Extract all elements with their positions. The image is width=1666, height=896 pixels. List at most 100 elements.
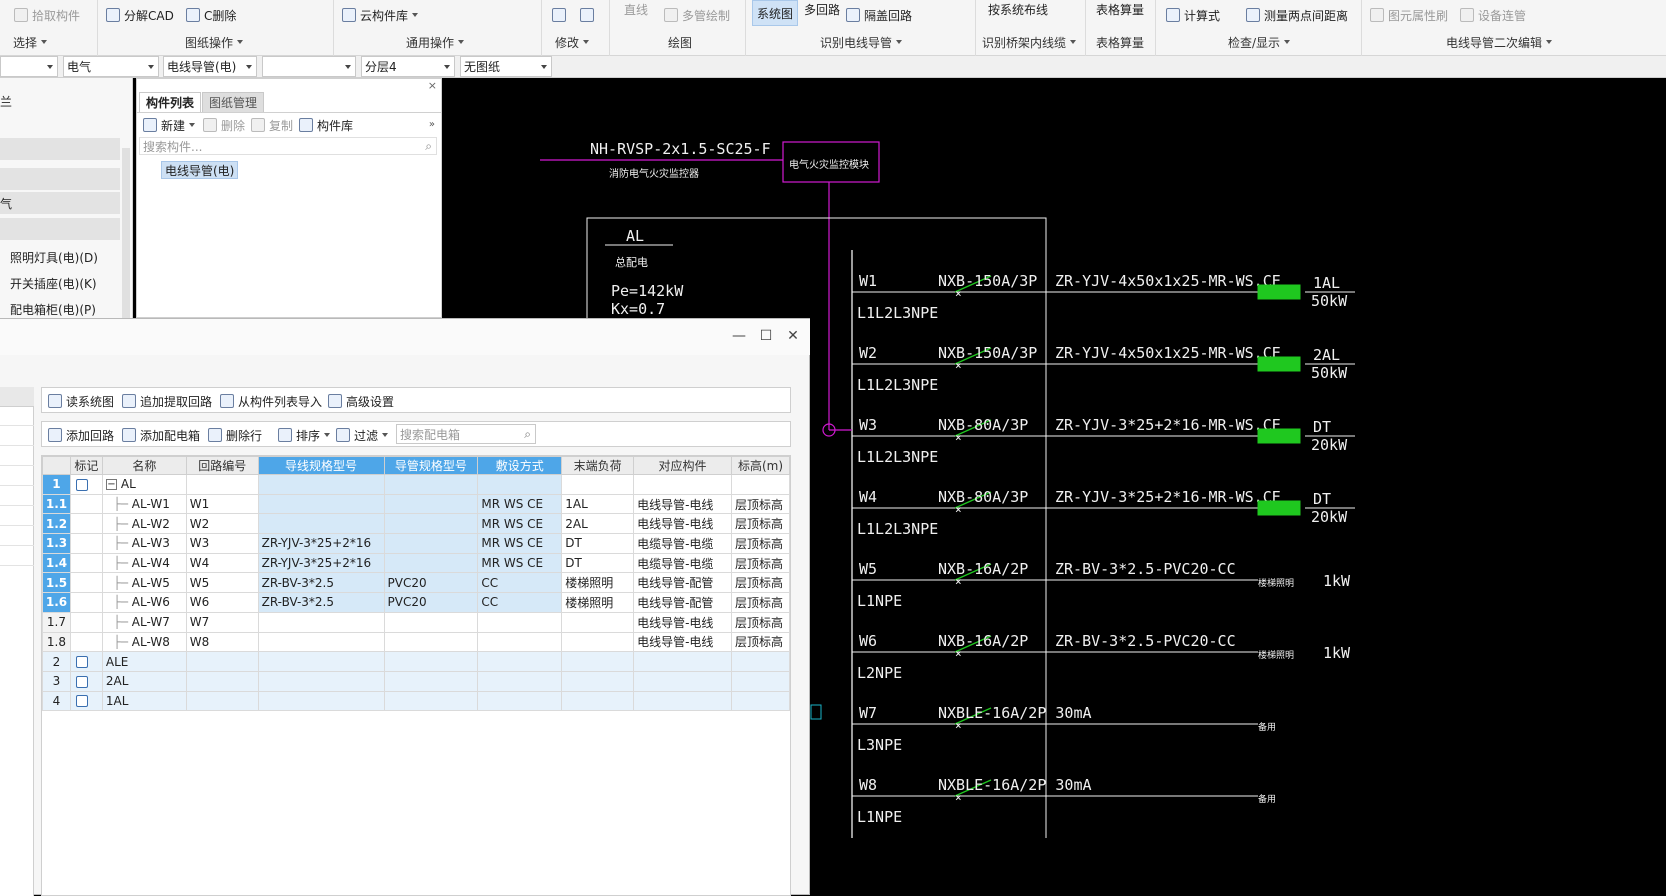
cell-comp[interactable]: 电线导管-配管 bbox=[633, 592, 732, 613]
mark-cell[interactable] bbox=[69, 631, 103, 653]
cell-load[interactable]: 1AL bbox=[561, 493, 635, 515]
import-from-list-button[interactable]: 从构件列表导入 bbox=[220, 392, 322, 410]
cell-pipe[interactable]: PVC20 bbox=[383, 592, 479, 613]
table-row[interactable]: 1.7 ├─ AL-W7 W7 电线导管-电线 层顶标高 bbox=[42, 611, 790, 633]
cell-lay[interactable] bbox=[477, 690, 563, 712]
cell-name[interactable]: ├─ AL-W6 bbox=[101, 592, 187, 613]
cell-wire[interactable] bbox=[257, 474, 385, 495]
cell-wire[interactable] bbox=[257, 631, 385, 653]
box-list-row[interactable] bbox=[0, 427, 34, 446]
cell-load[interactable]: 楼梯照明 bbox=[561, 592, 635, 613]
cell-load[interactable]: DT bbox=[561, 533, 635, 554]
row-number[interactable]: 1.1 bbox=[42, 493, 71, 515]
box-list-row[interactable] bbox=[0, 467, 34, 486]
identify-bridge-dropdown[interactable]: 识别桥架内线缆 bbox=[982, 34, 1077, 50]
combo-layer[interactable]: 分层4 bbox=[361, 56, 455, 77]
cell-name[interactable]: 2AL bbox=[101, 670, 187, 692]
cell-pipe[interactable] bbox=[383, 552, 479, 574]
mark-cell[interactable] bbox=[69, 651, 103, 672]
cell-pipe[interactable]: PVC20 bbox=[383, 572, 479, 594]
mark-cell[interactable] bbox=[69, 572, 103, 594]
nav-item-distribution-box[interactable]: 配电箱柜(电)(P) bbox=[0, 298, 120, 320]
column-header[interactable]: 导管规格型号 bbox=[383, 456, 479, 475]
table-row[interactable]: 1.4 ├─ AL-W4 W4 ZR-YJV-3*25+2*16 MR WS CE DT… bbox=[42, 552, 790, 574]
box-list-row[interactable] bbox=[0, 547, 34, 566]
cell-pipe[interactable] bbox=[383, 651, 479, 672]
cell-loop[interactable]: W7 bbox=[185, 611, 259, 633]
cell-lay[interactable]: MR WS CE bbox=[477, 533, 563, 554]
box-list-row[interactable] bbox=[0, 447, 34, 466]
combo-1[interactable] bbox=[0, 56, 58, 77]
cell-elev[interactable] bbox=[730, 670, 790, 692]
cell-elev[interactable] bbox=[730, 474, 790, 495]
cell-elev[interactable]: 层顶标高 bbox=[730, 631, 790, 653]
row-number[interactable]: 1 bbox=[42, 474, 71, 495]
row-number[interactable]: 1.6 bbox=[42, 592, 71, 613]
nav-item-switch-socket[interactable]: 开关插座(电)(K) bbox=[0, 272, 120, 294]
column-header[interactable]: 回路编号 bbox=[185, 456, 259, 475]
cell-comp[interactable]: 电线导管-电线 bbox=[633, 493, 732, 515]
cell-load[interactable] bbox=[561, 611, 635, 633]
row-number[interactable]: 3 bbox=[42, 670, 71, 692]
copy-button[interactable]: 复制 bbox=[251, 115, 293, 135]
cell-wire[interactable] bbox=[257, 651, 385, 672]
library-button[interactable]: 构件库 bbox=[299, 115, 353, 135]
row-number[interactable]: 1.4 bbox=[42, 552, 71, 574]
cell-loop[interactable] bbox=[185, 670, 259, 692]
table-row[interactable]: 2 ALE bbox=[42, 651, 790, 672]
equip-link-button[interactable]: 设备连管 bbox=[1460, 6, 1526, 24]
cell-comp[interactable] bbox=[633, 474, 732, 495]
cell-wire[interactable] bbox=[257, 670, 385, 692]
cell-pipe[interactable] bbox=[383, 670, 479, 692]
add-loop-button[interactable]: 添加回路 bbox=[48, 426, 114, 444]
cell-comp[interactable]: 电线导管-电线 bbox=[633, 631, 732, 653]
cell-wire[interactable] bbox=[257, 690, 385, 712]
cell-wire[interactable] bbox=[257, 513, 385, 535]
combo-component-type[interactable]: 电线导管(电) bbox=[163, 56, 257, 77]
close-icon[interactable]: × bbox=[428, 79, 437, 92]
cell-elev[interactable] bbox=[730, 690, 790, 712]
select-dropdown[interactable]: 选择 bbox=[13, 34, 48, 50]
row-number[interactable]: 4 bbox=[42, 690, 71, 712]
cell-load[interactable] bbox=[561, 670, 635, 692]
nav-item-lighting[interactable]: 照明灯具(电)(D) bbox=[0, 246, 120, 268]
append-loop-button[interactable]: 追加提取回路 bbox=[122, 392, 212, 410]
cell-lay[interactable] bbox=[477, 670, 563, 692]
cell-loop[interactable]: W2 bbox=[185, 513, 259, 535]
cell-name[interactable]: ALE bbox=[101, 651, 187, 672]
cell-elev[interactable]: 层顶标高 bbox=[730, 592, 790, 613]
cell-pipe[interactable] bbox=[383, 611, 479, 633]
cell-name[interactable]: ├─ AL-W2 bbox=[101, 513, 187, 535]
cell-wire[interactable]: ZR-YJV-3*25+2*16 bbox=[257, 533, 385, 554]
table-row[interactable]: 3 2AL bbox=[42, 670, 790, 692]
system-diagram-button[interactable]: 系统图 bbox=[752, 0, 799, 26]
cell-loop[interactable]: W5 bbox=[185, 572, 259, 594]
row-number[interactable]: 1.2 bbox=[42, 513, 71, 535]
column-header[interactable]: 末端负荷 bbox=[561, 456, 635, 475]
cell-comp[interactable] bbox=[633, 670, 732, 692]
delete-icon-button[interactable] bbox=[552, 6, 566, 24]
advanced-settings-button[interactable]: 高级设置 bbox=[328, 392, 394, 410]
mark-cell[interactable] bbox=[69, 592, 103, 613]
straight-line-button[interactable]: 直线 bbox=[624, 0, 648, 18]
combo-drawing[interactable]: 无图纸 bbox=[460, 56, 552, 77]
mark-cell[interactable] bbox=[69, 552, 103, 574]
check-show-dropdown[interactable]: 检查/显示 bbox=[1228, 34, 1291, 50]
mark-cell[interactable] bbox=[69, 690, 103, 712]
tab-drawing-management[interactable]: 图纸管理 bbox=[202, 92, 265, 112]
cell-lay[interactable] bbox=[477, 474, 563, 495]
cell-name[interactable]: 1AL bbox=[101, 690, 187, 712]
column-header[interactable]: 导线规格型号 bbox=[257, 456, 385, 475]
multi-loop-button[interactable]: 多回路 bbox=[804, 0, 840, 18]
cell-lay[interactable] bbox=[477, 611, 563, 633]
collapse-icon[interactable]: − bbox=[105, 479, 117, 491]
cell-wire[interactable] bbox=[257, 611, 385, 633]
flag-icon[interactable] bbox=[75, 656, 88, 669]
close-icon[interactable]: ✕ bbox=[784, 327, 802, 345]
mark-cell[interactable] bbox=[69, 670, 103, 692]
cell-elev[interactable]: 层顶标高 bbox=[730, 533, 790, 554]
tree-node-conduit[interactable]: 电线导管(电) bbox=[161, 161, 239, 179]
delete-row-button[interactable]: 删除行 bbox=[208, 426, 262, 444]
cell-name[interactable]: ├─ AL-W3 bbox=[101, 533, 187, 554]
cell-lay[interactable]: MR WS CE bbox=[477, 493, 563, 515]
